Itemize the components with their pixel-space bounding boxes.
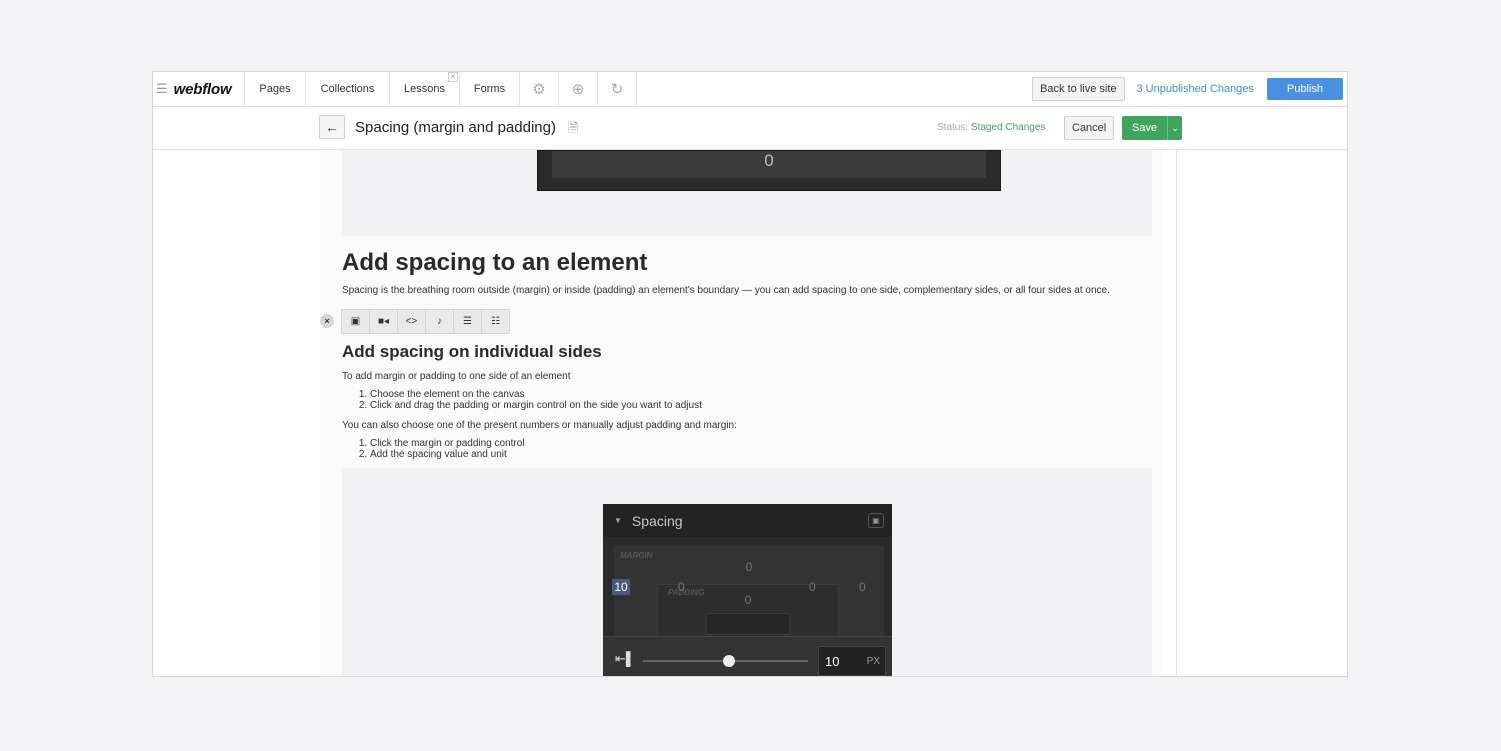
padding-top-value: 0 xyxy=(744,593,752,607)
steps-list-2[interactable]: Click the margin or padding control Add … xyxy=(342,438,525,460)
slider-thumb xyxy=(722,655,735,667)
cancel-button[interactable]: Cancel xyxy=(1064,116,1115,140)
unpublished-changes-link[interactable]: 3 Unpublished Changes xyxy=(1137,83,1254,95)
chevron-down-icon[interactable]: ⌄ xyxy=(1167,116,1183,140)
figure-value: 0 xyxy=(764,151,774,170)
webflow-logo: webflow xyxy=(173,80,232,98)
webflow-editor-window: ☰ webflow Pages Collections Lessons × Fo… xyxy=(152,71,1348,677)
spacing-panel-screenshot: ▼ Spacing ▣ MARGIN 0 PADDING 0 10 0 0 0 xyxy=(603,504,892,676)
status-text: Status: Staged Changes xyxy=(937,122,1045,133)
content-box xyxy=(706,613,790,635)
lesson-content: 0 Add spacing to an element Spacing is t… xyxy=(320,150,1161,676)
hamburger-icon[interactable]: ☰ xyxy=(156,81,168,97)
image-icon[interactable]: ▣ xyxy=(342,310,370,333)
spacing-slider-row: ⇤▌ 10 PX xyxy=(603,636,892,676)
tab-label: Pages xyxy=(259,83,291,95)
panel-header: ▼ Spacing ▣ xyxy=(603,504,892,537)
close-tab-icon[interactable]: × xyxy=(448,72,458,82)
intro-text-2[interactable]: You can also choose one of the present n… xyxy=(342,420,737,431)
arrow-left-icon[interactable]: ← xyxy=(319,115,345,139)
back-to-live-site-button[interactable]: Back to live site xyxy=(1032,77,1125,101)
tab-lessons[interactable]: Lessons × xyxy=(390,72,460,106)
guide-line-right xyxy=(1176,150,1177,676)
audio-icon[interactable]: ♪ xyxy=(426,310,454,333)
padding-right-value: 0 xyxy=(809,580,816,594)
numbered-list-icon[interactable]: ☷ xyxy=(482,310,509,333)
margin-box: MARGIN 0 PADDING 0 xyxy=(614,546,884,638)
canvas: 0 Add spacing to an element Spacing is t… xyxy=(153,150,1347,676)
help-icon[interactable]: ⊕ xyxy=(559,72,598,106)
caret-down-icon: ▼ xyxy=(614,516,622,525)
integrations-icon[interactable]: ↻ xyxy=(598,72,637,106)
tab-forms[interactable]: Forms xyxy=(460,72,520,106)
margin-left-value: 10 xyxy=(612,579,630,595)
list-item: Choose the element on the canvas xyxy=(370,389,702,400)
box-model-icon: ▣ xyxy=(868,513,884,528)
save-button[interactable]: Save xyxy=(1122,116,1168,140)
status-prefix: Status: xyxy=(937,122,971,133)
code-icon[interactable]: <> xyxy=(398,310,426,333)
slider-track xyxy=(643,655,808,667)
padding-left-value: 0 xyxy=(678,580,685,594)
list-item: Click the margin or padding control xyxy=(370,438,525,449)
steps-list-1[interactable]: Choose the element on the canvas Click a… xyxy=(342,389,702,411)
spacing-unit: PX xyxy=(866,656,880,667)
video-icon[interactable]: ■◂ xyxy=(370,310,398,333)
status-value: Staged Changes xyxy=(970,122,1046,133)
tab-label: Lessons xyxy=(404,83,445,95)
heading-individual-sides[interactable]: Add spacing on individual sides xyxy=(342,342,602,362)
top-actions: Back to live site 3 Unpublished Changes … xyxy=(1032,72,1347,106)
figure-dark-panel: 0 xyxy=(537,150,1001,191)
logo-area: ☰ webflow xyxy=(153,72,245,106)
top-bar: ☰ webflow Pages Collections Lessons × Fo… xyxy=(153,72,1347,107)
gear-icon[interactable]: ⚙ xyxy=(520,72,559,106)
figure-image: 0 xyxy=(342,150,1152,236)
document-icon: 🗎 xyxy=(568,120,579,135)
intro-text-1[interactable]: To add margin or padding to one side of … xyxy=(342,371,571,382)
insert-media-toolbar: ▣ ■◂ <> ♪ ☰ ☷ xyxy=(341,309,510,334)
edit-bar: ← Spacing (margin and padding) 🗎 Status:… xyxy=(153,107,1347,150)
list-item: Add the spacing value and unit xyxy=(370,449,525,460)
bulleted-list-icon[interactable]: ☰ xyxy=(454,310,482,333)
tab-pages[interactable]: Pages xyxy=(245,72,306,106)
margin-left-side-icon: ⇤▌ xyxy=(615,651,636,666)
margin-right-value: 0 xyxy=(859,580,866,594)
publish-button[interactable]: Publish xyxy=(1266,78,1343,100)
margin-label: MARGIN xyxy=(620,551,653,560)
tab-label: Collections xyxy=(320,83,375,95)
tab-collections[interactable]: Collections xyxy=(306,72,390,106)
close-icon[interactable]: × xyxy=(320,314,334,328)
spacing-value: 10 xyxy=(825,654,840,669)
page-title: Spacing (margin and padding) xyxy=(355,119,556,136)
panel-title: Spacing xyxy=(631,512,683,529)
paragraph-spacing[interactable]: Spacing is the breathing room outside (m… xyxy=(342,285,1152,296)
tab-label: Forms xyxy=(473,83,506,95)
spacing-value-box: 10 PX xyxy=(818,646,886,676)
heading-add-spacing[interactable]: Add spacing to an element xyxy=(342,249,647,277)
list-item: Click and drag the padding or margin con… xyxy=(370,400,702,411)
save-button-group: Save ⌄ xyxy=(1122,116,1183,140)
margin-top-value: 0 xyxy=(745,560,753,574)
